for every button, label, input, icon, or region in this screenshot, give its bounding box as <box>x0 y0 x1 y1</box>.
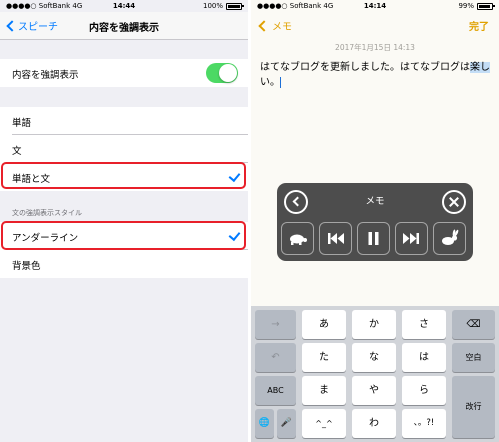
style-background-color[interactable]: 背景色 <box>0 250 248 278</box>
section-header: 文の強調表示スタイル <box>12 209 82 217</box>
rabbit-icon[interactable] <box>433 222 466 255</box>
settings-screen: ●●●●○ SoftBank 4G 14:44 100% スピーチ 内容を強調表… <box>0 0 248 442</box>
microphone-icon[interactable]: 🎤 <box>277 409 296 438</box>
kana-keyboard: → あ か さ ⌫ ↶ た な は 空白 ABC ま や ら 改行 🌐 🎤 ^_… <box>251 306 499 442</box>
style-label: 背景色 <box>12 261 41 272</box>
key-a[interactable]: あ <box>302 310 346 339</box>
selected-text: 楽し <box>470 62 490 73</box>
chevron-left-icon <box>258 19 270 32</box>
key-ta[interactable]: た <box>302 343 346 372</box>
key-ka[interactable]: か <box>352 310 396 339</box>
page-title: 内容を強調表示 <box>89 23 159 34</box>
status-bar: ●●●●○ SoftBank 4G 14:14 99% <box>251 0 499 12</box>
return-key[interactable]: 改行 <box>452 376 495 438</box>
toggle-knob <box>219 64 237 82</box>
close-icon[interactable] <box>442 190 466 214</box>
turtle-icon[interactable] <box>281 222 314 255</box>
option-word[interactable]: 単語 <box>0 107 248 135</box>
highlight-ring <box>1 221 246 250</box>
key-wa[interactable]: わ <box>352 409 396 438</box>
back-button[interactable]: メモ <box>257 18 292 33</box>
key-sa[interactable]: さ <box>402 310 446 339</box>
option-sentence[interactable]: 文 <box>0 135 248 163</box>
memo-screen: ●●●●○ SoftBank 4G 14:14 99% メモ 完了 2017年1… <box>251 0 499 442</box>
battery-percent: 99% <box>458 2 474 10</box>
key-ha[interactable]: は <box>402 343 446 372</box>
key-punctuation[interactable]: 、。?! <box>402 409 446 438</box>
battery-icon <box>226 2 244 10</box>
done-button[interactable]: 完了 <box>469 18 489 33</box>
space-key[interactable]: 空白 <box>452 343 495 372</box>
note-date: 2017年1月15日 14:13 <box>335 43 415 52</box>
key-ra[interactable]: ら <box>402 376 446 405</box>
note-body[interactable]: はてなブログを更新しました。はてなブログは楽しい。 <box>260 60 492 90</box>
navigation-bar: スピーチ 内容を強調表示 <box>0 12 248 40</box>
undo-icon[interactable]: ↶ <box>255 343 296 372</box>
backspace-icon[interactable]: ⌫ <box>452 310 495 339</box>
note-text-after: い。 <box>260 77 280 88</box>
rewind-icon[interactable] <box>319 222 352 255</box>
highlight-ring <box>1 162 246 189</box>
key-next[interactable]: → <box>255 310 296 339</box>
key-ma[interactable]: ま <box>302 376 346 405</box>
note-text: はてなブログを更新しました。はてなブログは <box>260 62 470 73</box>
highlight-content-toggle[interactable] <box>206 63 238 83</box>
option-label: 文 <box>12 146 22 157</box>
abc-key[interactable]: ABC <box>255 376 296 405</box>
highlight-content-row: 内容を強調表示 <box>0 59 248 87</box>
highlight-content-label: 内容を強調表示 <box>12 70 79 81</box>
key-emoticon[interactable]: ^_^ <box>302 409 346 438</box>
globe-icon[interactable]: 🌐 <box>255 409 274 438</box>
speak-screen-controller: メモ <box>277 183 473 261</box>
battery-percent: 100% <box>202 2 223 10</box>
key-ya[interactable]: や <box>352 376 396 405</box>
text-cursor <box>280 76 281 88</box>
option-label: 単語 <box>12 118 32 129</box>
fast-forward-icon[interactable] <box>395 222 428 255</box>
pause-icon[interactable] <box>357 222 390 255</box>
status-bar: ●●●●○ SoftBank 4G 14:44 100% <box>0 0 248 12</box>
back-label: メモ <box>272 22 292 33</box>
battery-icon <box>477 2 495 10</box>
key-na[interactable]: な <box>352 343 396 372</box>
navigation-bar: メモ 完了 <box>251 12 499 40</box>
